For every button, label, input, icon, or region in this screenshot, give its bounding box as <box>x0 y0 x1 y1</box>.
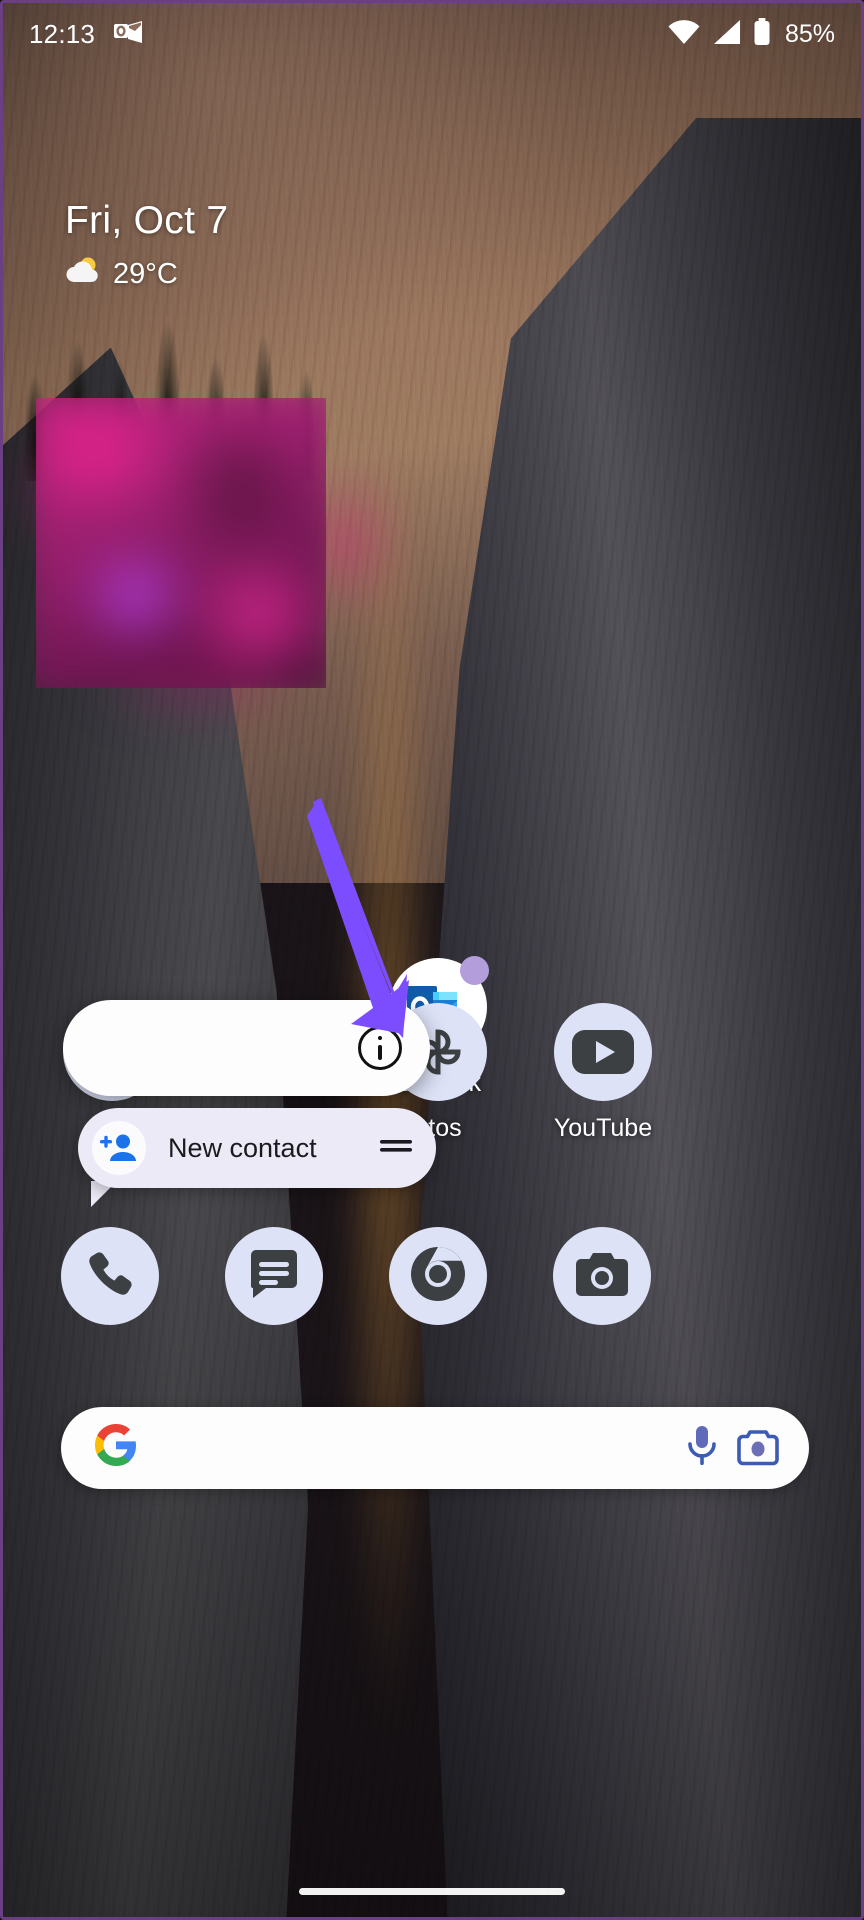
notification-dot <box>460 956 489 985</box>
camera-icon <box>574 1250 630 1303</box>
google-lens-icon[interactable] <box>737 1426 779 1471</box>
youtube-icon[interactable] <box>554 1003 652 1101</box>
app-label-youtube: YouTube <box>553 1114 653 1142</box>
status-clock: 12:13 <box>29 18 96 49</box>
info-icon[interactable] <box>358 1026 402 1070</box>
phone-screen: 12:13 85% Fri, Oct 7 29°C otos YouTube N… <box>0 0 864 1920</box>
drag-handle-icon[interactable] <box>380 1138 412 1159</box>
dock-item-camera[interactable] <box>553 1227 651 1325</box>
microphone-icon[interactable] <box>685 1424 719 1473</box>
blurred-photo-widget[interactable] <box>36 398 326 688</box>
partly-cloudy-icon <box>65 255 101 293</box>
wifi-icon <box>667 19 701 50</box>
gesture-nav-pill[interactable] <box>299 1888 565 1895</box>
date-weather-widget[interactable]: Fri, Oct 7 29°C <box>65 199 228 293</box>
battery-icon <box>753 17 771 51</box>
date-label: Fri, Oct 7 <box>65 199 229 242</box>
person-add-icon <box>92 1121 146 1175</box>
dock-item-chrome[interactable] <box>389 1227 487 1325</box>
google-search-bar[interactable] <box>61 1407 809 1489</box>
google-g-icon <box>94 1423 137 1473</box>
phone-icon <box>84 1248 136 1305</box>
battery-percent-label: 85% <box>784 19 835 48</box>
dock-item-messages[interactable] <box>225 1227 323 1325</box>
app-youtube[interactable]: YouTube <box>521 1003 685 1143</box>
status-bar-right: 85% <box>667 17 835 51</box>
shortcut-new-contact[interactable]: New contact <box>78 1108 436 1188</box>
weather-row[interactable]: 29°C <box>65 255 228 293</box>
dock-item-phone[interactable] <box>61 1227 159 1325</box>
chrome-icon <box>409 1245 467 1308</box>
status-bar: 12:13 85% <box>3 3 861 65</box>
shortcut-label: New contact <box>168 1132 317 1163</box>
status-bar-left: 12:13 <box>29 19 143 50</box>
outlook-notification-icon[interactable] <box>113 19 143 50</box>
temperature-label: 29°C <box>113 257 178 290</box>
cellular-signal-icon <box>712 19 742 50</box>
app-options-popup[interactable] <box>63 1000 430 1096</box>
photo-widget-content <box>36 398 326 688</box>
messages-icon <box>247 1249 301 1304</box>
